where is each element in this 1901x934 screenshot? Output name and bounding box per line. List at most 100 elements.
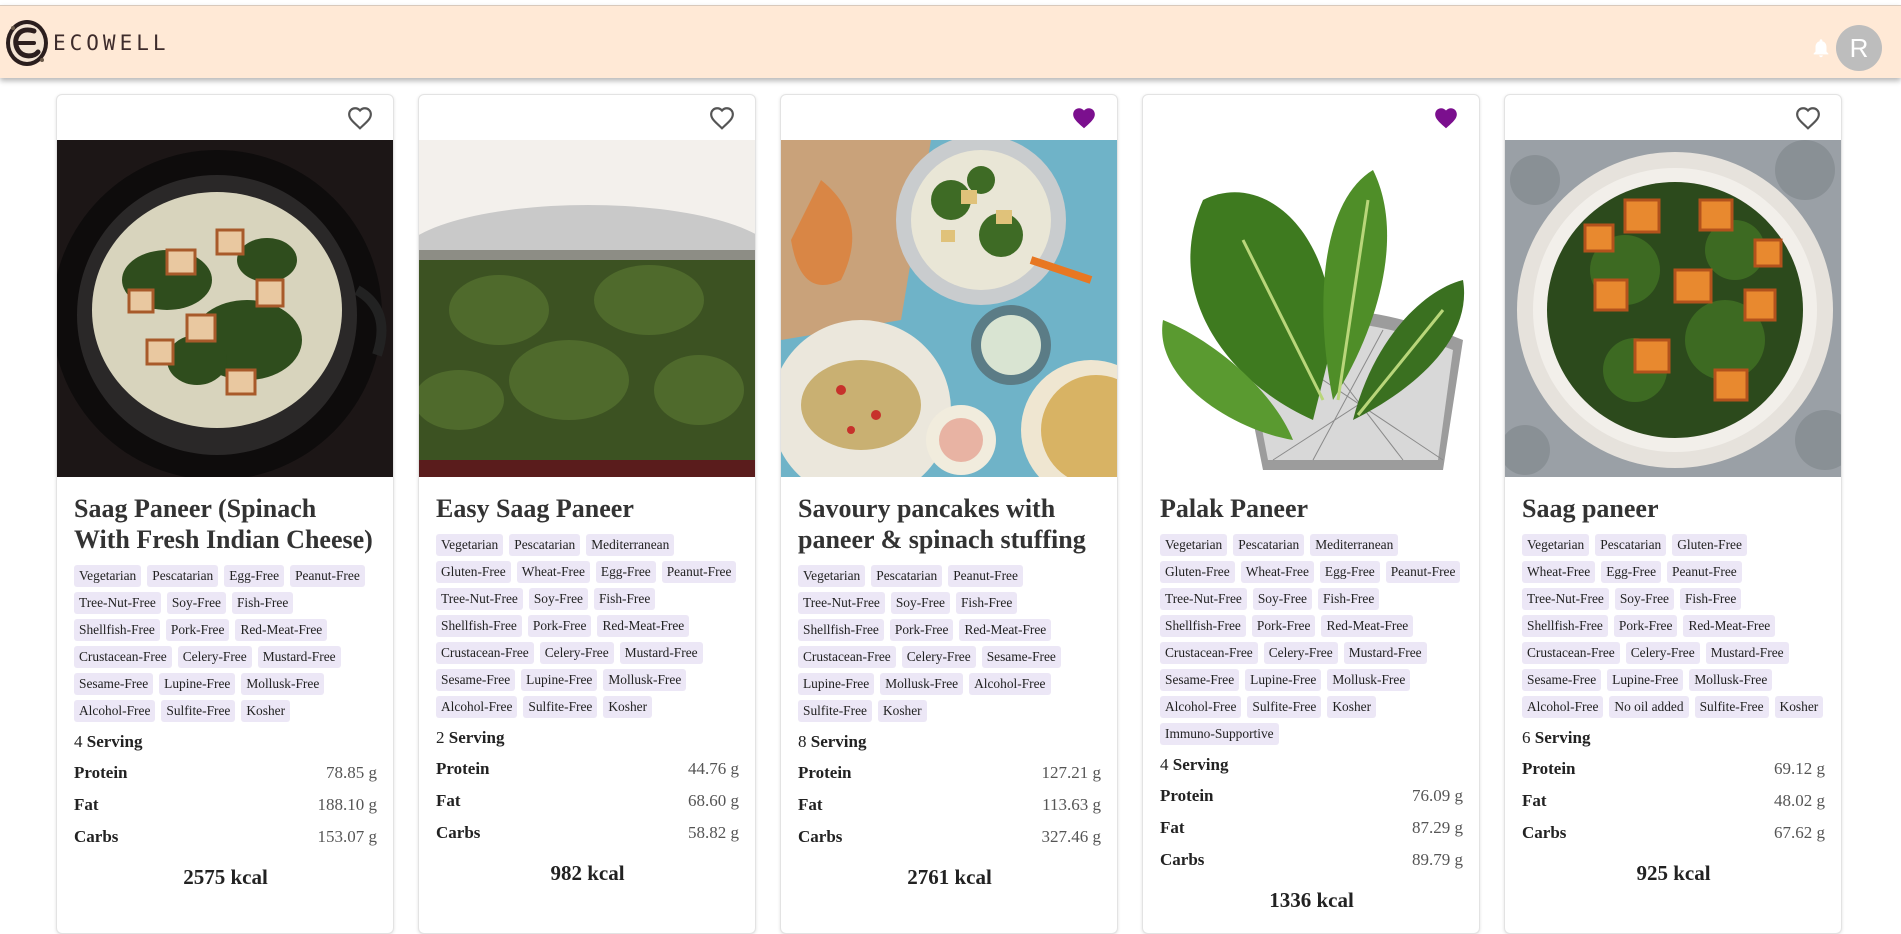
health-label-tag: Crustacean-Free (74, 646, 172, 668)
health-label-tag: Wheat-Free (1240, 561, 1314, 583)
recipe-card[interactable]: Saag Paneer (Spinach With Fresh Indian C… (56, 94, 394, 934)
favorite-heart-icon[interactable] (1071, 106, 1097, 130)
favorite-heart-icon[interactable] (1795, 106, 1821, 130)
brand-logo[interactable]: ECOWELL (4, 18, 170, 68)
health-label-tag: Peanut-Free (661, 561, 737, 583)
health-label-tag: Soy-Free (528, 588, 588, 610)
nutrient-label: Protein (1160, 786, 1214, 805)
nutrient-label: Protein (798, 763, 852, 782)
nutrient-label: Carbs (436, 823, 481, 842)
health-label-tag: Pork-Free (165, 619, 230, 641)
health-label-tag: Celery-Free (901, 646, 976, 668)
health-label-tag: Alcohol-Free (969, 673, 1051, 695)
health-label-tag: Shellfish-Free (74, 619, 160, 641)
nutrient-label: Carbs (1160, 850, 1205, 869)
app-name: ECOWELL (53, 31, 170, 55)
health-label-tag: Mediterranean (1310, 534, 1399, 556)
recipe-photo[interactable] (419, 140, 756, 477)
recipe-title[interactable]: Savoury pancakes with paneer & spinach s… (798, 493, 1101, 555)
health-label-tag: Kosher (603, 696, 653, 718)
card-body: Easy Saag Paneer Vegetarian Pescatarian Me… (419, 477, 755, 886)
card-header (57, 95, 393, 140)
protein-row: Protein 78.85 g (74, 757, 377, 789)
health-label-tag: Sesame-Free (436, 669, 516, 691)
recipe-title[interactable]: Saag paneer (1522, 493, 1825, 524)
health-label-tag: Sulfite-Free (161, 700, 236, 722)
nutrient-value: 68.60 g (688, 791, 739, 810)
health-label-tag: Mustard-Free (619, 642, 703, 664)
health-label-tag: Kosher (241, 700, 291, 722)
health-label-tag: Alcohol-Free (436, 696, 518, 718)
health-label-tag: Sulfite-Free (798, 700, 872, 722)
carbs-row: Carbs 327.46 g (798, 821, 1101, 853)
recipe-photo[interactable] (1143, 140, 1480, 477)
health-label-tag: Tree-Nut-Free (436, 588, 523, 610)
recipe-card[interactable]: Palak Paneer Vegetarian Pescatarian Medite… (1142, 94, 1480, 934)
health-label-tag: Sesame-Free (1160, 669, 1240, 691)
nutrient-label: Fat (798, 795, 823, 814)
health-label-tag: Crustacean-Free (1160, 642, 1258, 664)
recipe-photo[interactable] (1505, 140, 1842, 477)
fat-row: Fat 87.29 g (1160, 812, 1463, 844)
fat-row: Fat 48.02 g (1522, 785, 1825, 817)
health-label-tag: Pescatarian (509, 534, 581, 556)
serving-label: Serving (810, 732, 867, 751)
nutrient-value: 153.07 g (317, 827, 378, 846)
protein-row: Protein 44.76 g (436, 753, 739, 785)
health-label-tag: Red-Meat-Free (235, 619, 328, 641)
health-label-tag: Lupine-Free (1607, 669, 1684, 691)
health-label-tag: Celery-Free (539, 642, 614, 664)
favorite-heart-icon[interactable] (347, 106, 373, 130)
health-label-tag: Celery-Free (1625, 642, 1700, 664)
recipe-photo[interactable] (57, 140, 394, 477)
card-header (1505, 95, 1841, 140)
user-avatar[interactable]: R (1836, 25, 1882, 71)
health-label-tag: Mollusk-Free (1689, 669, 1773, 691)
nutrient-value: 67.62 g (1774, 823, 1825, 842)
health-label-tag: Soy-Free (166, 592, 226, 614)
fat-row: Fat 68.60 g (436, 785, 739, 817)
ecowell-logo-icon (6, 20, 48, 66)
recipe-card[interactable]: Savoury pancakes with paneer & spinach s… (780, 94, 1118, 934)
serving-count: 6 (1522, 728, 1531, 747)
favorite-heart-icon[interactable] (1433, 106, 1459, 130)
nutrient-label: Fat (1522, 791, 1547, 810)
health-label-tag: No oil added (1609, 696, 1689, 718)
health-label-tag: Pork-Free (527, 615, 592, 637)
health-label-tag: Sesame-Free (981, 646, 1061, 668)
health-label-tag: Pork-Free (1613, 615, 1678, 637)
serving-label: Serving (86, 732, 143, 751)
health-label-tag: Red-Meat-Free (1321, 615, 1414, 637)
serving-label: Serving (1172, 755, 1229, 774)
recipe-photo[interactable] (781, 140, 1118, 477)
health-label-tag: Peanut-Free (1667, 561, 1742, 583)
top-app-bar: ECOWELL R (0, 5, 1901, 78)
health-label-tag: Soy-Free (890, 592, 950, 614)
calories-total: 925 kcal (1636, 861, 1711, 885)
health-label-tag: Fish-Free (231, 592, 294, 614)
health-label-tag: Pork-Free (889, 619, 954, 641)
health-label-tag: Sesame-Free (74, 673, 154, 695)
calories-total: 1336 kcal (1269, 888, 1354, 912)
recipe-title[interactable]: Saag Paneer (Spinach With Fresh Indian C… (74, 493, 377, 555)
health-label-tag: Sulfite-Free (1694, 696, 1769, 718)
health-label-tag: Mollusk-Free (880, 673, 964, 695)
card-header (781, 95, 1117, 140)
health-label-tag: Kosher (1774, 696, 1824, 718)
recipe-title[interactable]: Palak Paneer (1160, 493, 1463, 524)
favorite-heart-icon[interactable] (709, 106, 735, 130)
serving-info: 4 Serving (1160, 755, 1463, 775)
carbs-row: Carbs 89.79 g (1160, 844, 1463, 876)
recipe-card[interactable]: Saag paneer Vegetarian Pescatarian Gluten-… (1504, 94, 1842, 934)
protein-row: Protein 127.21 g (798, 757, 1101, 789)
recipe-card[interactable]: Easy Saag Paneer Vegetarian Pescatarian Me… (418, 94, 756, 934)
health-label-tag: Sulfite-Free (1247, 696, 1322, 718)
health-label-tag: Egg-Free (1319, 561, 1380, 583)
nutrient-value: 188.10 g (317, 795, 378, 814)
bell-icon[interactable] (1810, 36, 1832, 60)
health-label-tag: Mollusk-Free (1327, 669, 1411, 691)
nutrient-label: Fat (436, 791, 461, 810)
card-header (1143, 95, 1479, 140)
nutrient-value: 87.29 g (1412, 818, 1463, 837)
recipe-title[interactable]: Easy Saag Paneer (436, 493, 739, 524)
